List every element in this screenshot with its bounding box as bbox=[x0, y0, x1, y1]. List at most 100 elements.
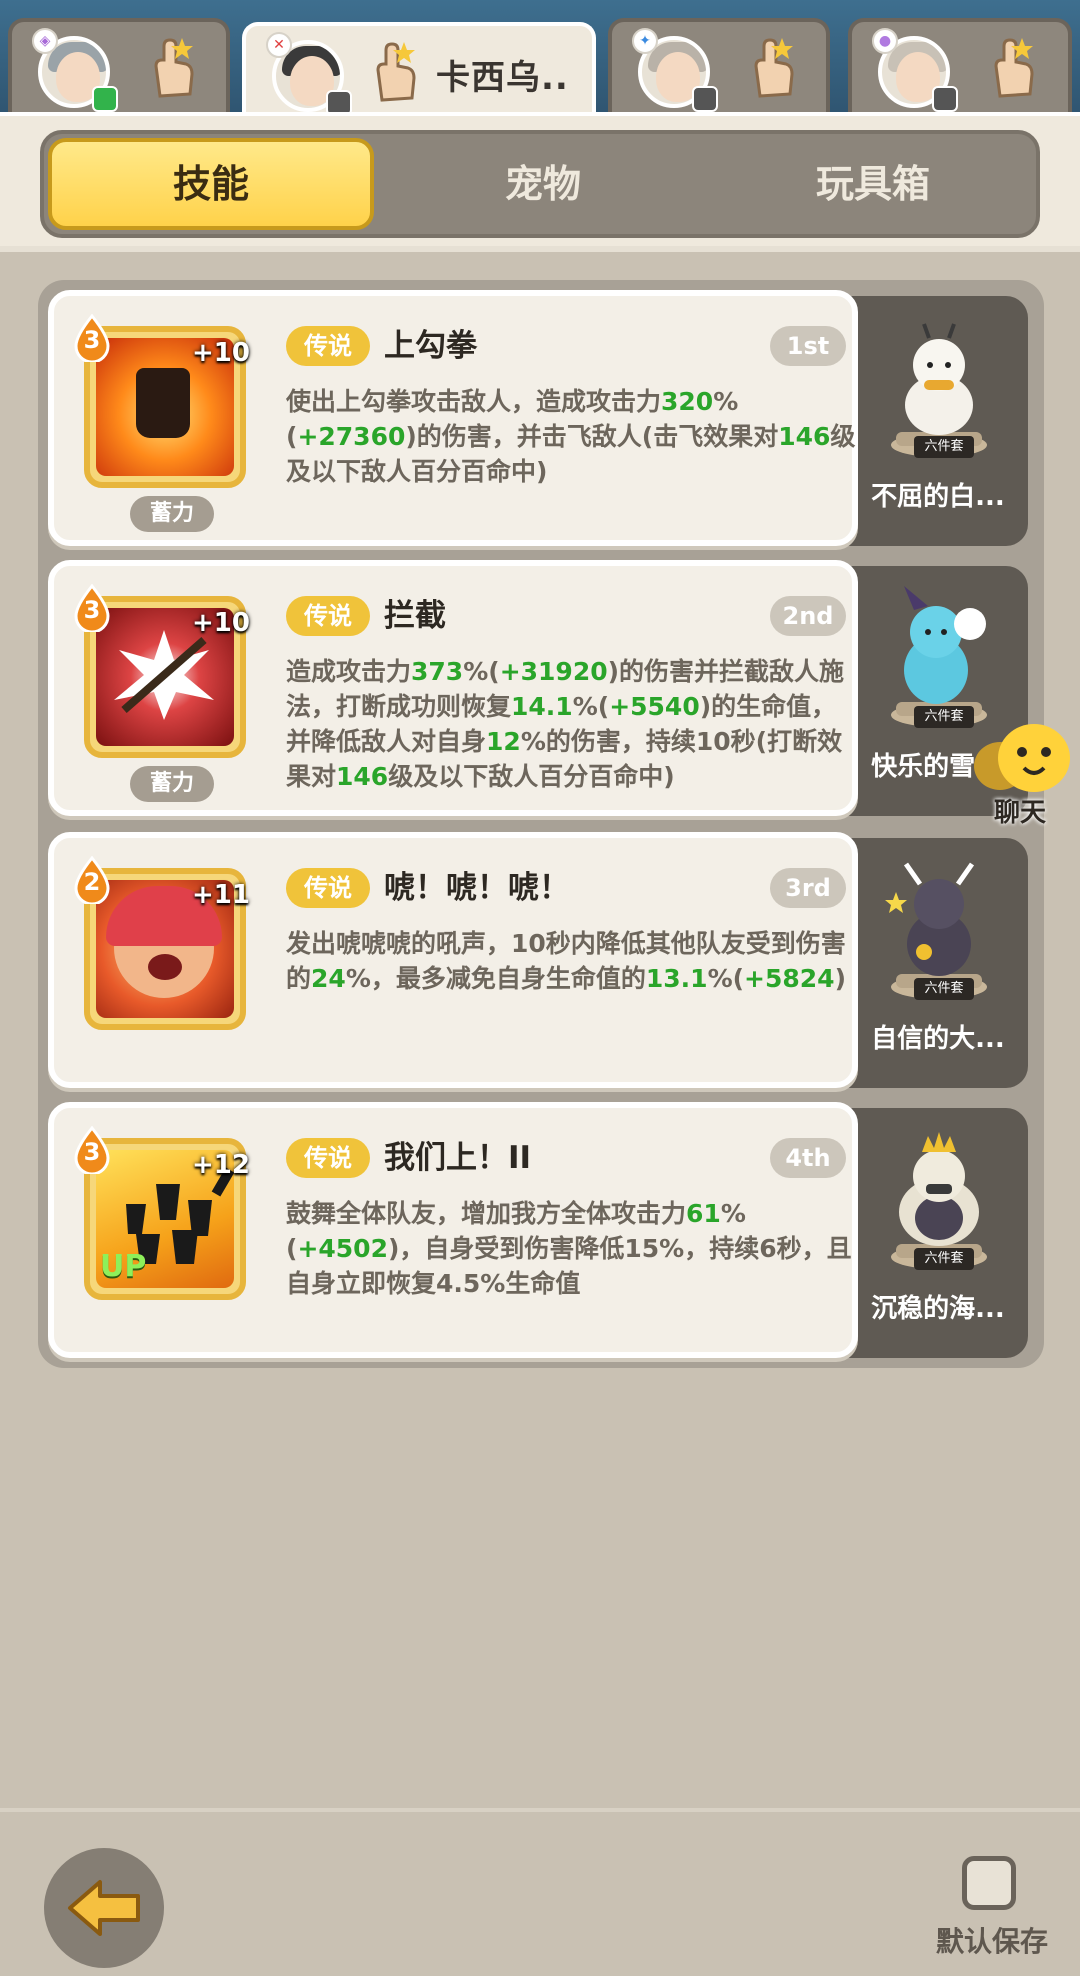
pet-slot[interactable]: 六件套 不屈的白... bbox=[848, 296, 1028, 546]
description-text: 使出上勾拳攻击敌人，造成攻击力 bbox=[286, 387, 662, 416]
rarity-badge: 传说 bbox=[286, 868, 370, 908]
rarity-badge: 传说 bbox=[286, 326, 370, 366]
skill-name: 拦截 bbox=[384, 598, 446, 634]
hero-tab-4[interactable]: ● bbox=[848, 18, 1072, 118]
skill-level: 3 bbox=[83, 326, 101, 354]
description-text: %，最多减免自身生命值的 bbox=[345, 964, 646, 993]
skill-card-body: UP 3 +12 传说 我们上！II 4th 鼓舞全体队友，增加我方全体攻击力6… bbox=[48, 1102, 858, 1358]
highlight-value: 13.1 bbox=[645, 964, 708, 993]
skill-plus-level: +11 bbox=[192, 880, 250, 910]
skill-plus-level: +10 bbox=[192, 608, 250, 638]
pet-slot[interactable]: 六件套 自信的大... bbox=[848, 838, 1028, 1088]
bottom-bar: 默认保存 bbox=[0, 1808, 1080, 1976]
order-tag: 1st bbox=[770, 326, 846, 366]
hero-tab-3[interactable]: ✦ bbox=[608, 18, 830, 118]
description-text: ) bbox=[834, 964, 847, 993]
skill-card-body: 2 +11 传说 唬！唬！唬！ 3rd 发出唬唬唬的吼声，10秒内降低其他队友受… bbox=[48, 832, 858, 1088]
status-badge bbox=[92, 86, 118, 112]
chat-emoji-icon bbox=[974, 724, 1070, 792]
highlight-value: +5824 bbox=[744, 964, 835, 993]
chat-label: 聊天 bbox=[993, 798, 1046, 828]
default-save-label: 默认保存 bbox=[936, 1925, 1049, 1958]
skill-name: 上勾拳 bbox=[384, 328, 477, 364]
description-text: %( bbox=[707, 964, 745, 993]
skill-card[interactable]: 六件套 不屈的白... 3 +10 蓄力 传说 上勾拳 1st 使出上勾拳攻击敌… bbox=[48, 290, 1028, 546]
status-badge bbox=[932, 86, 958, 112]
highlight-value: +5540 bbox=[609, 692, 700, 721]
back-arrow-icon bbox=[68, 1880, 140, 1936]
element-icon: ✦ bbox=[632, 28, 658, 54]
element-icon: ◈ bbox=[32, 28, 58, 54]
skill-level: 3 bbox=[83, 596, 101, 624]
hand-pointer-icon bbox=[754, 38, 794, 98]
hero-tab-2[interactable]: ✕ 卡西乌.. bbox=[242, 22, 596, 118]
highlight-value: 61 bbox=[686, 1199, 721, 1228]
skill-name: 唬！唬！唬！ bbox=[384, 870, 570, 906]
element-icon: ● bbox=[872, 28, 898, 54]
pet-name: 不屈的白... bbox=[871, 482, 1005, 512]
category-panel: 技能 宠物 玩具箱 bbox=[0, 112, 1080, 252]
category-segmented-control: 技能 宠物 玩具箱 bbox=[40, 130, 1040, 238]
description-text: %( bbox=[572, 692, 610, 721]
highlight-value: 14.1 bbox=[511, 692, 573, 721]
skill-description: 鼓舞全体队友，增加我方全体攻击力61%(+4502)，自身受到伤害降低15%，持… bbox=[286, 1196, 856, 1301]
charge-tag: 蓄力 bbox=[130, 496, 214, 532]
highlight-value: 146 bbox=[778, 422, 831, 451]
tab-toybox[interactable]: 玩具箱 bbox=[710, 138, 1036, 230]
tab-skills[interactable]: 技能 bbox=[48, 138, 374, 230]
pet-name: 沉稳的海... bbox=[871, 1294, 1005, 1324]
chat-button[interactable]: 聊天 bbox=[970, 720, 1080, 830]
default-save-checkbox[interactable] bbox=[962, 1856, 1016, 1910]
skill-card-body: 3 +10 蓄力 传说 拦截 2nd 造成攻击力373%(+31920)的伤害并… bbox=[48, 560, 858, 816]
skill-plus-level: +12 bbox=[192, 1150, 250, 1180]
highlight-value: 12 bbox=[486, 727, 521, 756]
hero-tab-bar: ◈ ✕ 卡西乌.. ✦ ● bbox=[0, 0, 1080, 118]
skill-description: 使出上勾拳攻击敌人，造成攻击力320%(+27360)的伤害，并击飞敌人(击飞效… bbox=[286, 384, 856, 489]
rarity-badge: 传说 bbox=[286, 596, 370, 636]
skill-description: 造成攻击力373%(+31920)的伤害并拦截敌人施法，打断成功则恢复14.1%… bbox=[286, 654, 856, 794]
description-text: 鼓舞全体队友，增加我方全体攻击力 bbox=[286, 1199, 687, 1228]
skill-card-body: 3 +10 蓄力 传说 上勾拳 1st 使出上勾拳攻击敌人，造成攻击力320%(… bbox=[48, 290, 858, 546]
order-tag: 4th bbox=[770, 1138, 846, 1178]
set-tag: 六件套 bbox=[914, 1248, 974, 1270]
skill-level: 3 bbox=[83, 1138, 101, 1166]
skill-card[interactable]: 六件套 快乐的雪... 3 +10 蓄力 传说 拦截 2nd 造成攻击力373%… bbox=[48, 560, 1028, 816]
status-badge bbox=[692, 86, 718, 112]
skill-card[interactable]: 六件套 沉稳的海... UP 3 +12 传说 我们上！II 4th 鼓舞全体队… bbox=[48, 1102, 1028, 1358]
set-tag: 六件套 bbox=[914, 706, 974, 728]
tab-pets[interactable]: 宠物 bbox=[380, 138, 706, 230]
back-button[interactable] bbox=[44, 1848, 164, 1968]
highlight-value: 320 bbox=[661, 387, 714, 416]
highlight-value: +4502 bbox=[297, 1234, 388, 1263]
hand-pointer-icon bbox=[154, 38, 194, 98]
skill-card[interactable]: 六件套 自信的大... 2 +11 传说 唬！唬！唬！ 3rd 发出唬唬唬的吼声… bbox=[48, 832, 1028, 1088]
hand-pointer-icon bbox=[376, 42, 416, 102]
hand-pointer-icon bbox=[994, 38, 1034, 98]
skill-level: 2 bbox=[83, 868, 101, 896]
pet-name: 自信的大... bbox=[871, 1024, 1005, 1054]
order-tag: 3rd bbox=[770, 868, 846, 908]
description-text: )的伤害，并击飞敌人(击飞效果对 bbox=[405, 422, 779, 451]
order-tag: 2nd bbox=[770, 596, 846, 636]
charge-tag: 蓄力 bbox=[130, 766, 214, 802]
highlight-value: +27360 bbox=[297, 422, 406, 451]
highlight-value: 24 bbox=[311, 964, 346, 993]
set-tag: 六件套 bbox=[914, 436, 974, 458]
element-icon: ✕ bbox=[266, 32, 292, 58]
hero-name: 卡西乌.. bbox=[436, 58, 569, 98]
description-text: %( bbox=[463, 657, 500, 686]
skill-plus-level: +10 bbox=[192, 338, 250, 368]
hero-tab-1[interactable]: ◈ bbox=[8, 18, 230, 118]
highlight-value: 146 bbox=[336, 762, 389, 791]
highlight-value: +31920 bbox=[499, 657, 608, 686]
upgrade-tag: UP bbox=[100, 1249, 147, 1284]
pet-slot[interactable]: 六件套 沉稳的海... bbox=[848, 1108, 1028, 1358]
skill-list: 六件套 不屈的白... 3 +10 蓄力 传说 上勾拳 1st 使出上勾拳攻击敌… bbox=[38, 280, 1044, 1368]
skill-description: 发出唬唬唬的吼声，10秒内降低其他队友受到伤害的24%，最多减免自身生命值的13… bbox=[286, 926, 856, 996]
description-text: 造成攻击力 bbox=[286, 657, 412, 686]
set-tag: 六件套 bbox=[914, 978, 974, 1000]
skill-name: 我们上！II bbox=[384, 1140, 532, 1176]
highlight-value: 373 bbox=[411, 657, 464, 686]
description-text: 级及以下敌人百分百命中) bbox=[388, 762, 675, 791]
rarity-badge: 传说 bbox=[286, 1138, 370, 1178]
